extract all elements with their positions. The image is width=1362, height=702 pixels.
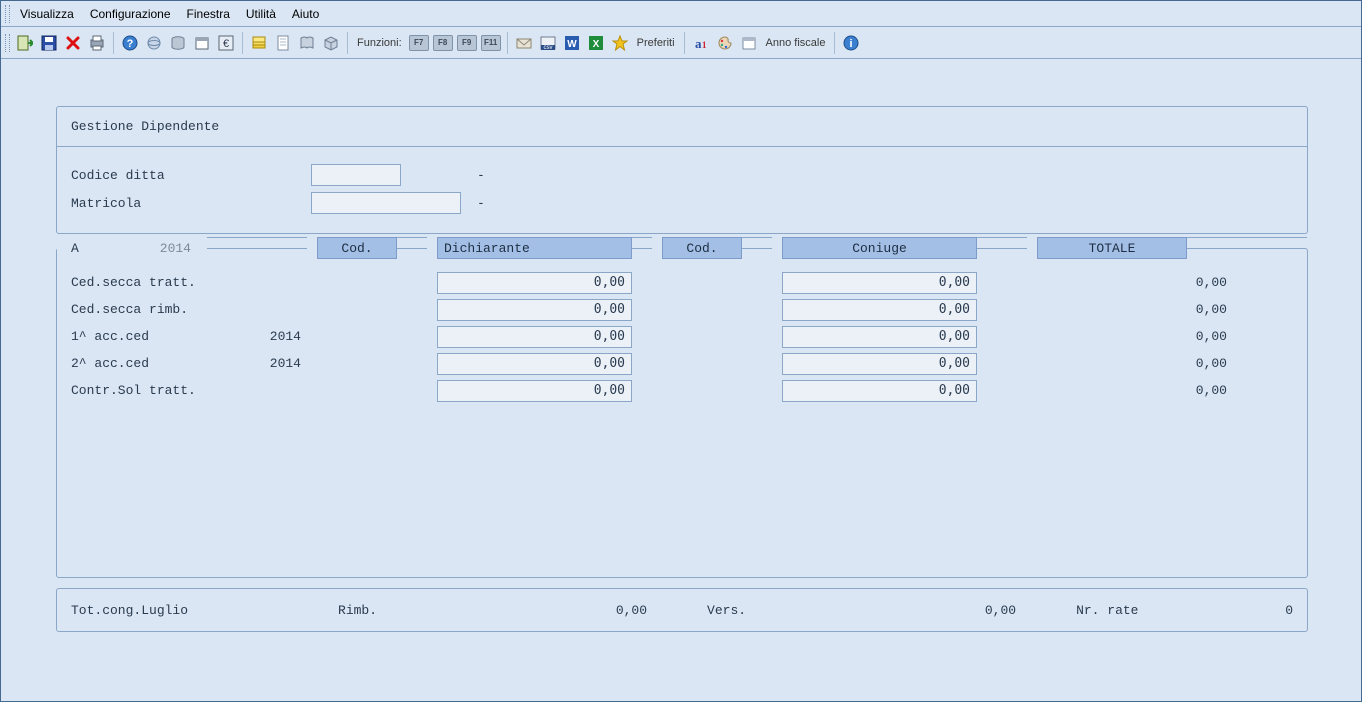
toolbar-anno-fiscale-label[interactable]: Anno fiscale xyxy=(762,37,830,49)
euro-box-icon[interactable]: € xyxy=(215,32,237,54)
dichiarante-input[interactable] xyxy=(437,326,632,348)
row-label: Ced.secca tratt. xyxy=(71,275,196,290)
globe-icon[interactable] xyxy=(143,32,165,54)
f7-button[interactable]: F7 xyxy=(408,32,430,54)
menubar: Visualizza Configurazione Finestra Utili… xyxy=(1,1,1361,27)
menu-visualizza[interactable]: Visualizza xyxy=(12,4,82,24)
grid-fieldset: A.F. 2014 Cod. Dichiarante Cod. Coniuge xyxy=(56,248,1308,578)
menu-utilita[interactable]: Utilità xyxy=(238,4,284,24)
f8-button[interactable]: F8 xyxy=(432,32,454,54)
coniuge-input[interactable] xyxy=(782,299,977,321)
door-exit-icon[interactable] xyxy=(14,32,36,54)
panel-title: Gestione Dipendente xyxy=(57,107,1307,147)
dichiarante-input[interactable] xyxy=(437,380,632,402)
toolbar-preferiti-label[interactable]: Preferiti xyxy=(633,37,679,49)
svg-text:W: W xyxy=(567,39,577,50)
font-icon[interactable]: a1 xyxy=(690,32,712,54)
vers-value: 0,00 xyxy=(766,603,1016,618)
row-label: 2^ acc.ced xyxy=(71,356,149,371)
word-icon[interactable]: W xyxy=(561,32,583,54)
totale-value: 0,00 xyxy=(997,302,1247,317)
dichiarante-input[interactable] xyxy=(437,353,632,375)
book-icon[interactable] xyxy=(296,32,318,54)
nr-rate-label: Nr. rate xyxy=(1076,603,1138,618)
codice-ditta-label: Codice ditta xyxy=(71,168,311,183)
grid-row: Contr.Sol tratt. 0,00 xyxy=(57,377,1307,404)
print-icon[interactable] xyxy=(86,32,108,54)
totale-value: 0,00 xyxy=(997,275,1247,290)
rimb-label: Rimb. xyxy=(338,603,377,618)
save-disk-icon[interactable] xyxy=(38,32,60,54)
codice-ditta-dash: - xyxy=(477,168,485,183)
totale-value: 0,00 xyxy=(997,329,1247,344)
matricola-label: Matricola xyxy=(71,196,311,211)
svg-text:?: ? xyxy=(127,38,134,50)
coniuge-input[interactable] xyxy=(782,326,977,348)
matricola-dash: - xyxy=(477,196,485,211)
calendar2-icon[interactable] xyxy=(738,32,760,54)
coniuge-input[interactable] xyxy=(782,380,977,402)
f11-button[interactable]: F11 xyxy=(480,32,502,54)
row-label: Contr.Sol tratt. xyxy=(71,383,196,398)
dichiarante-input[interactable] xyxy=(437,299,632,321)
toolbar: ? € Funzioni: F7 F8 F9 F11 xyxy=(1,27,1361,59)
menu-aiuto[interactable]: Aiuto xyxy=(284,4,327,24)
excel-icon[interactable]: X xyxy=(585,32,607,54)
toolbar-funzioni-label: Funzioni: xyxy=(353,37,406,49)
delete-x-icon[interactable] xyxy=(62,32,84,54)
menu-finestra[interactable]: Finestra xyxy=(179,4,238,24)
grid-row: 2^ acc.ced 2014 0,00 xyxy=(57,350,1307,377)
dichiarante-header: Dichiarante xyxy=(437,237,632,259)
svg-text:X: X xyxy=(592,39,599,50)
svg-text:1: 1 xyxy=(702,40,707,50)
info-icon[interactable]: i xyxy=(840,32,862,54)
codice-ditta-input[interactable] xyxy=(311,164,401,186)
matricola-input[interactable] xyxy=(311,192,461,214)
svg-text:a: a xyxy=(695,36,702,51)
document-icon[interactable] xyxy=(272,32,294,54)
f9-button[interactable]: F9 xyxy=(456,32,478,54)
menu-configurazione[interactable]: Configurazione xyxy=(82,4,179,24)
palette-icon[interactable] xyxy=(714,32,736,54)
coniuge-header: Coniuge xyxy=(782,237,977,259)
db-icon[interactable] xyxy=(167,32,189,54)
svg-text:csv: csv xyxy=(543,45,552,51)
menubar-grip xyxy=(5,5,10,23)
totale-value: 0,00 xyxy=(997,383,1247,398)
grid-row: Ced.secca tratt. 0,00 xyxy=(57,269,1307,296)
calendar-icon[interactable] xyxy=(191,32,213,54)
csv-icon[interactable]: csv xyxy=(537,32,559,54)
vers-label: Vers. xyxy=(707,603,746,618)
toolbar-grip xyxy=(5,34,10,52)
tot-cong-label: Tot.cong.Luglio xyxy=(71,603,188,618)
dichiarante-input[interactable] xyxy=(437,272,632,294)
af-year: 2014 xyxy=(160,241,191,256)
mail-icon[interactable] xyxy=(513,32,535,54)
help-icon[interactable]: ? xyxy=(119,32,141,54)
footer-panel: Tot.cong.Luglio Rimb. 0,00 Vers. 0,00 Nr… xyxy=(56,588,1308,632)
svg-text:i: i xyxy=(850,38,853,50)
panel-gestione-dipendente: Gestione Dipendente Codice ditta - Matri… xyxy=(56,106,1308,234)
totale-value: 0,00 xyxy=(997,356,1247,371)
row-label: Ced.secca rimb. xyxy=(71,302,188,317)
box-icon[interactable] xyxy=(320,32,342,54)
cod-header: Cod. xyxy=(317,237,397,259)
row-label: 1^ acc.ced xyxy=(71,329,149,344)
grid-row: Ced.secca rimb. 0,00 xyxy=(57,296,1307,323)
totale-header: TOTALE xyxy=(1037,237,1187,259)
coniuge-input[interactable] xyxy=(782,272,977,294)
stack-yellow-icon[interactable] xyxy=(248,32,270,54)
grid-row: 1^ acc.ced 2014 0,00 xyxy=(57,323,1307,350)
star-icon[interactable] xyxy=(609,32,631,54)
rimb-value: 0,00 xyxy=(397,603,647,618)
svg-text:€: € xyxy=(223,38,229,50)
row-year: 2014 xyxy=(270,329,301,344)
coniuge-input[interactable] xyxy=(782,353,977,375)
nr-rate-value: 0 xyxy=(1158,603,1293,618)
cod2-header: Cod. xyxy=(662,237,742,259)
row-year: 2014 xyxy=(270,356,301,371)
